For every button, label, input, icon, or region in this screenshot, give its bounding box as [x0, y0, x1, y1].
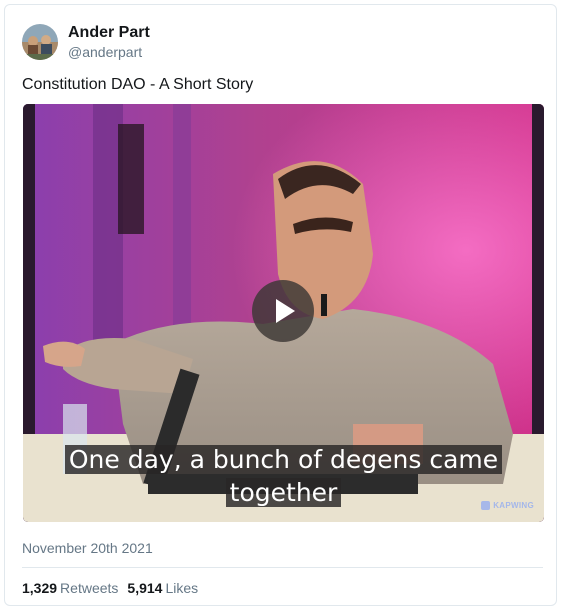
tweet-text: Constitution DAO - A Short Story [22, 76, 254, 93]
kapwing-watermark: KAPWING [481, 501, 534, 510]
author-identity: Ander Part @anderpart [68, 23, 150, 61]
tweet-header: Ander Part @anderpart [22, 22, 150, 62]
author-display-name[interactable]: Ander Part [68, 23, 150, 43]
kapwing-logo-icon [481, 501, 491, 510]
play-button[interactable] [252, 280, 314, 342]
retweets-label: Retweets [60, 580, 119, 596]
video-caption-line-1: One day, a bunch of degens came [23, 444, 544, 475]
avatar-image [22, 24, 58, 60]
tweet-card: Ander Part @anderpart Constitution DAO -… [4, 4, 557, 606]
author-handle[interactable]: @anderpart [68, 43, 150, 61]
likes-label: Likes [165, 580, 199, 596]
avatar[interactable] [22, 24, 58, 60]
divider [22, 567, 543, 568]
likes-stat[interactable]: 5,914 Likes [127, 579, 198, 597]
tweet-timestamp[interactable]: November 20th 2021 [22, 539, 153, 557]
video-caption-line-2: together [23, 477, 544, 508]
watermark-text: KAPWING [493, 501, 534, 510]
likes-count: 5,914 [127, 580, 163, 596]
tweet-stats: 1,329 Retweets 5,914 Likes [22, 579, 207, 597]
video-player[interactable]: One day, a bunch of degens came together… [23, 104, 544, 522]
retweets-stat[interactable]: 1,329 Retweets [22, 579, 118, 597]
play-icon [276, 299, 295, 323]
retweets-count: 1,329 [22, 580, 58, 596]
